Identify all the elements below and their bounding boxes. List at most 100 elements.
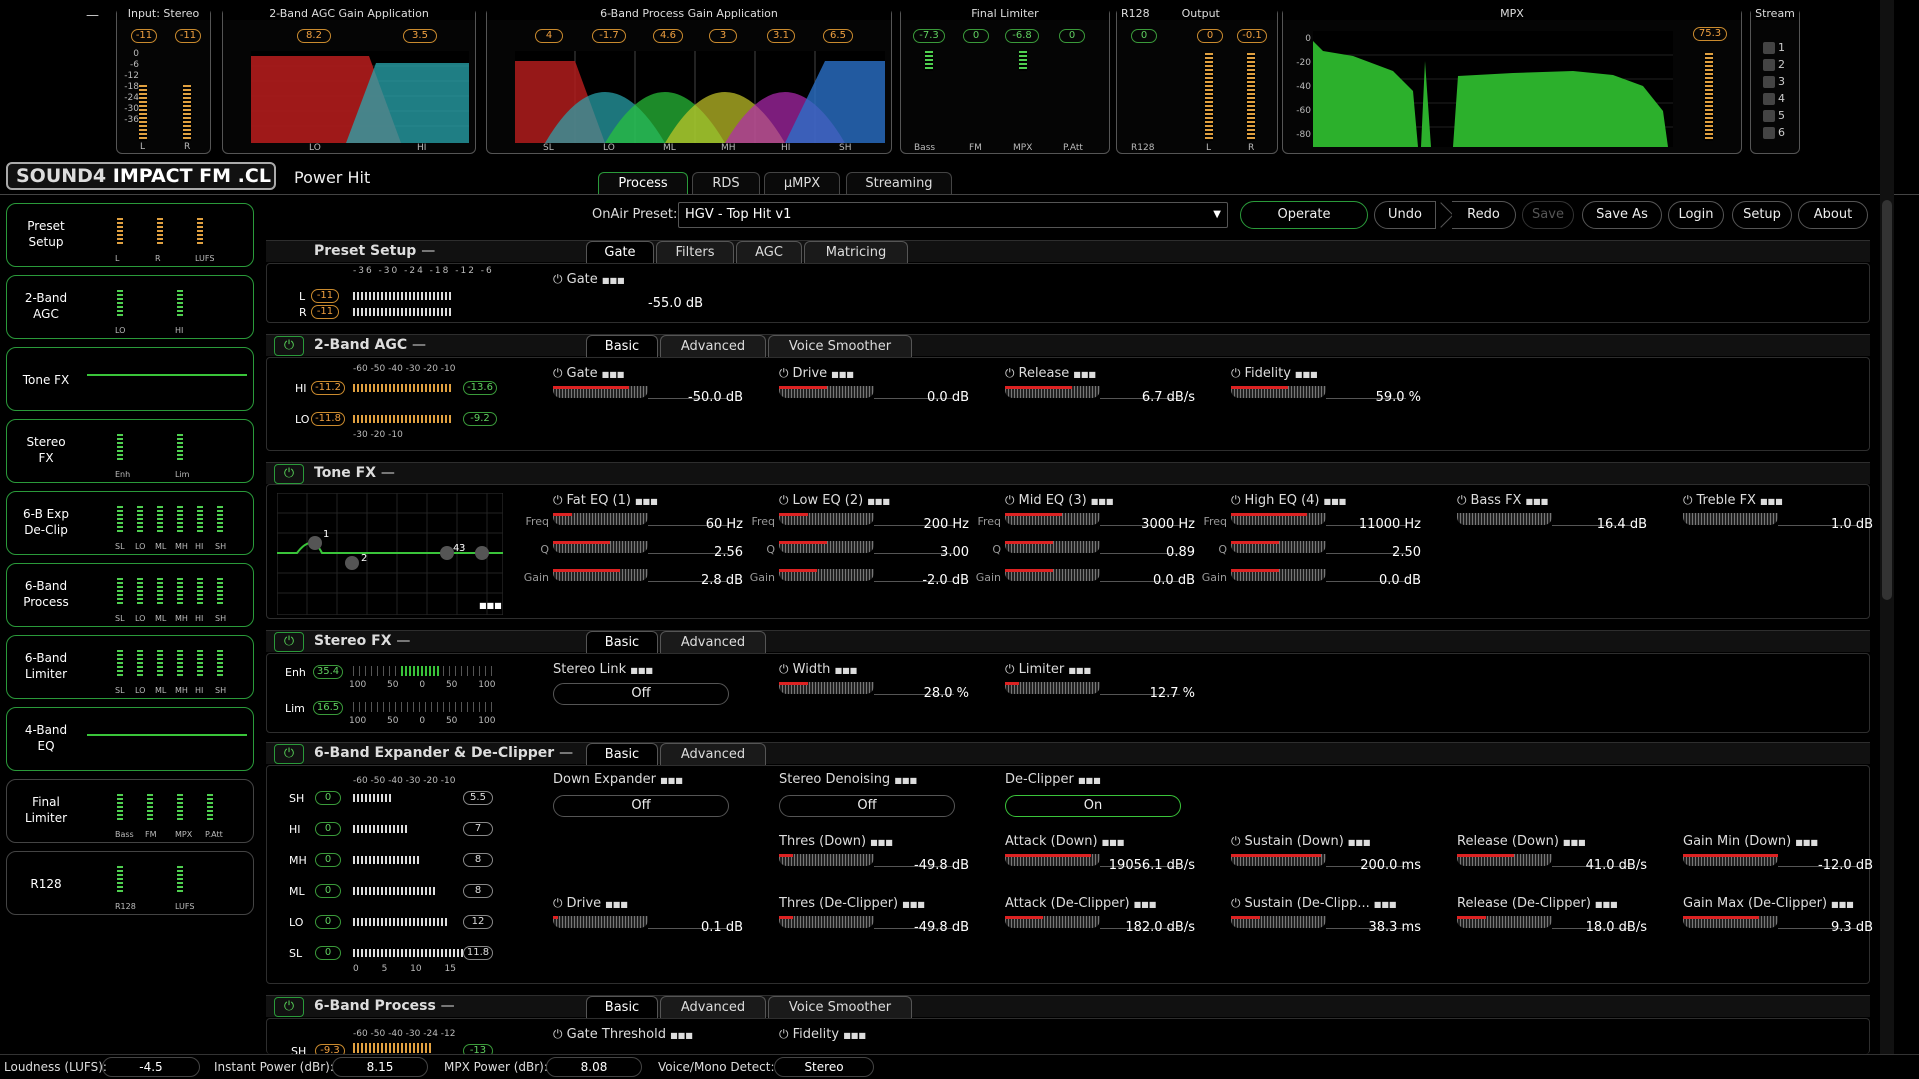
expander-knob[interactable]: ⏻ Sustain (De-Clipp... ■■■ 38.3 ms xyxy=(1231,896,1431,935)
minimize-button[interactable]: — xyxy=(86,8,99,23)
stereo-denoise-toggle[interactable]: Off xyxy=(779,795,955,817)
expander-knob[interactable]: Gain Min (Down) ■■■ -12.0 dB xyxy=(1683,834,1883,873)
onair-preset-select[interactable]: HGV - Top Hit v1 ▼ xyxy=(678,202,1228,228)
tab-stereo-advanced[interactable]: Advanced xyxy=(660,631,766,653)
expander-knob[interactable]: ⏻ Drive ■■■ 0.1 dB xyxy=(553,896,753,935)
power-icon[interactable]: ⏻ xyxy=(553,493,563,508)
tone-more-button[interactable]: ■■■ xyxy=(479,601,502,610)
power-icon[interactable]: ⏻ xyxy=(779,366,789,381)
power-icon[interactable]: ⏻ xyxy=(1005,366,1015,381)
power-icon[interactable]: ⏻ xyxy=(553,366,563,381)
tab-rds[interactable]: RDS xyxy=(692,172,760,194)
expander-knob[interactable]: Attack (De-Clipper) ■■■ 182.0 dB/s xyxy=(1005,896,1205,935)
tab-agc-advanced[interactable]: Advanced xyxy=(660,335,766,357)
process-power-button[interactable]: ⏻ xyxy=(274,997,304,1017)
power-icon[interactable]: ⏻ xyxy=(1231,896,1241,911)
undo-button[interactable]: Undo xyxy=(1374,201,1436,229)
tab-expander-basic[interactable]: Basic xyxy=(586,743,658,765)
treble-fx-knob[interactable]: ⏻ Treble FX ■■■ 1.0 dB xyxy=(1683,493,1883,532)
login-button[interactable]: Login xyxy=(1668,201,1724,229)
eq-q-slider[interactable] xyxy=(1231,541,1326,553)
stereo-power-button[interactable]: ⏻ xyxy=(274,632,304,652)
stream-item[interactable]: 4 xyxy=(1763,90,1785,107)
sidebar-item[interactable]: 2-Band AGC LO HI xyxy=(6,275,254,339)
stream-item[interactable]: 5 xyxy=(1763,107,1785,124)
stream-item[interactable]: 2 xyxy=(1763,56,1785,73)
power-icon[interactable]: ⏻ xyxy=(779,493,789,508)
save-button[interactable]: Save xyxy=(1522,201,1574,229)
expander-knob[interactable]: Thres (De-Clipper) ■■■ -49.8 dB xyxy=(779,896,979,935)
tab-process[interactable]: Process xyxy=(598,172,688,194)
eq-gain-slider[interactable] xyxy=(1005,569,1100,581)
power-icon[interactable]: ⏻ xyxy=(553,896,563,911)
agc-knob[interactable]: ⏻ Drive ■■■ 0.0 dB xyxy=(779,366,979,405)
expander-knob[interactable]: Release (Down) ■■■ 41.0 dB/s xyxy=(1457,834,1657,873)
agc-power-button[interactable]: ⏻ xyxy=(274,336,304,356)
limiter-knob[interactable]: ⏻ Limiter ■■■ 12.7 % xyxy=(1005,662,1205,701)
setup-button[interactable]: Setup xyxy=(1732,201,1792,229)
down-expander-toggle[interactable]: Off xyxy=(553,795,729,817)
tab-stereo-basic[interactable]: Basic xyxy=(586,631,658,653)
declipper-toggle[interactable]: On xyxy=(1005,795,1181,817)
power-icon[interactable]: ⏻ xyxy=(1231,366,1241,381)
sidebar-item[interactable]: 6-B Exp De-Clip SL LO ML MH HI SH xyxy=(6,491,254,555)
agc-knob[interactable]: ⏻ Release ■■■ 6.7 dB/s xyxy=(1005,366,1205,405)
tone-eq-graph[interactable] xyxy=(277,493,503,615)
stream-item[interactable]: 1 xyxy=(1763,39,1785,56)
redo-button[interactable]: Redo xyxy=(1452,201,1516,229)
eq-q-slider[interactable] xyxy=(1005,541,1100,553)
sidebar-item[interactable]: Preset Setup L R LUFS xyxy=(6,203,254,267)
save-as-button[interactable]: Save As xyxy=(1582,201,1662,229)
tone-node-3[interactable]: 3 xyxy=(459,543,465,554)
sidebar-item[interactable]: Final Limiter Bass FM MPX P.Att xyxy=(6,779,254,843)
tab-agc-voice-smoother[interactable]: Voice Smoother xyxy=(768,335,912,357)
tab-gate[interactable]: Gate xyxy=(586,241,654,263)
operate-button[interactable]: Operate xyxy=(1240,201,1368,229)
eq-freq-slider[interactable] xyxy=(553,513,648,525)
expander-knob[interactable]: Release (De-Clipper) ■■■ 18.0 dB/s xyxy=(1457,896,1657,935)
eq-gain-slider[interactable] xyxy=(1231,569,1326,581)
eq-q-slider[interactable] xyxy=(779,541,874,553)
stream-item[interactable]: 3 xyxy=(1763,73,1785,90)
scrollbar[interactable] xyxy=(1880,0,1894,1079)
tone-node-1[interactable]: 1 xyxy=(323,529,329,540)
sidebar-item[interactable]: 6-Band Limiter SL LO ML MH HI SH xyxy=(6,635,254,699)
tab-process-advanced[interactable]: Advanced xyxy=(660,996,766,1018)
about-button[interactable]: About xyxy=(1798,201,1868,229)
eq-freq-slider[interactable] xyxy=(1231,513,1326,525)
expander-knob[interactable]: Thres (Down) ■■■ -49.8 dB xyxy=(779,834,979,873)
tab-matricing[interactable]: Matricing xyxy=(804,241,908,263)
power-icon[interactable]: ⏻ xyxy=(1231,493,1241,508)
tab-streaming[interactable]: Streaming xyxy=(846,172,952,194)
power-icon[interactable]: ⏻ xyxy=(1231,834,1241,849)
sidebar-item[interactable]: 4-Band EQ xyxy=(6,707,254,771)
power-icon[interactable]: ⏻ xyxy=(1683,493,1693,508)
sidebar-item[interactable]: 6-Band Process SL LO ML MH HI SH xyxy=(6,563,254,627)
sidebar-item[interactable]: R128 R128 LUFS xyxy=(6,851,254,915)
tab-filters[interactable]: Filters xyxy=(656,241,734,263)
stereo-link-toggle[interactable]: Off xyxy=(553,683,729,705)
tab-agc[interactable]: AGC xyxy=(736,241,802,263)
tone-node-2[interactable]: 2 xyxy=(361,553,367,564)
expander-power-button[interactable]: ⏻ xyxy=(274,744,304,764)
power-icon[interactable]: ⏻ xyxy=(1457,493,1467,508)
expander-knob[interactable]: Attack (Down) ■■■ 19056.1 dB/s xyxy=(1005,834,1205,873)
agc-knob[interactable]: ⏻ Fidelity ■■■ 59.0 % xyxy=(1231,366,1431,405)
tab-process-voice-smoother[interactable]: Voice Smoother xyxy=(768,996,912,1018)
width-knob[interactable]: ⏻ Width ■■■ 28.0 % xyxy=(779,662,979,701)
eq-gain-slider[interactable] xyxy=(553,569,648,581)
stream-item[interactable]: 6 xyxy=(1763,124,1785,141)
tone-power-button[interactable]: ⏻ xyxy=(274,464,304,484)
expander-knob[interactable]: Gain Max (De-Clipper) ■■■ 9.3 dB xyxy=(1683,896,1883,935)
agc-knob[interactable]: ⏻ Gate ■■■ -50.0 dB xyxy=(553,366,753,405)
tab-umpx[interactable]: µMPX xyxy=(764,172,840,194)
eq-freq-slider[interactable] xyxy=(1005,513,1100,525)
eq-gain-slider[interactable] xyxy=(779,569,874,581)
sidebar-item[interactable]: Tone FX xyxy=(6,347,254,411)
gate-knob[interactable]: ⏻ Gate ■■■ -55.0 dB xyxy=(553,272,753,311)
sidebar-item[interactable]: Stereo FX Enh Lim xyxy=(6,419,254,483)
tab-process-basic[interactable]: Basic xyxy=(586,996,658,1018)
eq-freq-slider[interactable] xyxy=(779,513,874,525)
eq-q-slider[interactable] xyxy=(553,541,648,553)
scrollbar-thumb[interactable] xyxy=(1882,200,1892,600)
